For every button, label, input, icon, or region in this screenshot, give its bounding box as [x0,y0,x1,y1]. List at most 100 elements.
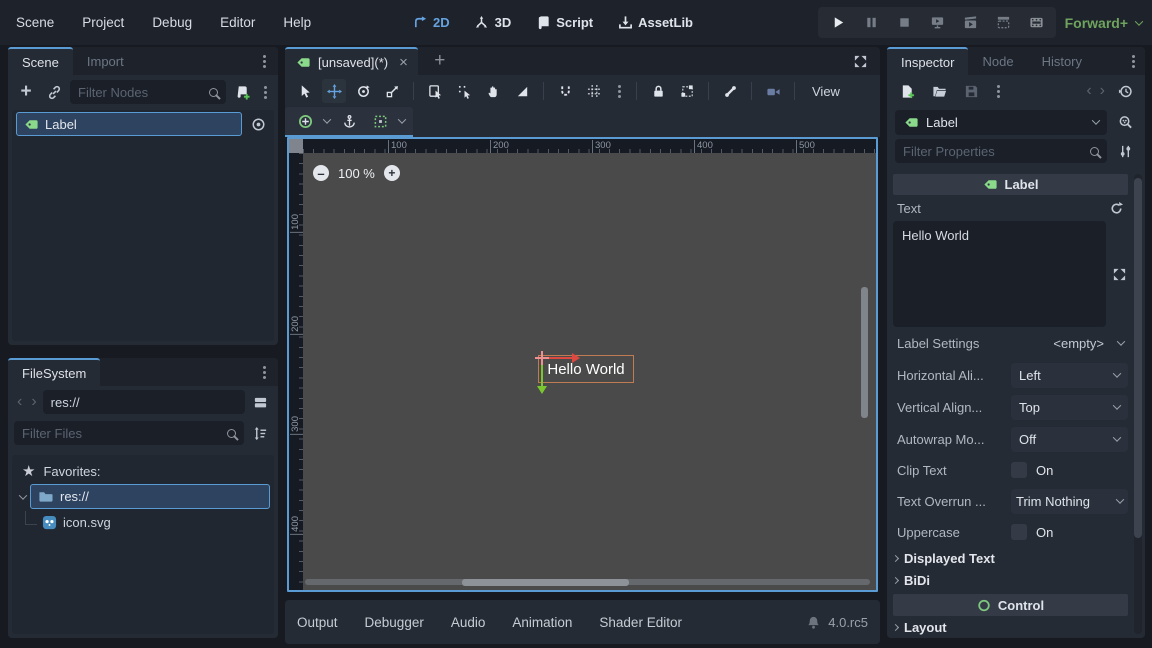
search-docs-icon[interactable] [1113,110,1137,134]
filesystem-menu-icon[interactable] [263,371,266,374]
filter-properties-input[interactable]: Filter Properties [895,139,1107,163]
group-layout[interactable]: Layout [893,616,1128,638]
resource-options-menu-icon[interactable] [991,79,1005,103]
zoom-in-button[interactable]: + [384,165,400,181]
overrun-dropdown[interactable]: Trim Nothing [1011,489,1128,514]
workspace-script-button[interactable]: Script [535,15,593,31]
tab-history[interactable]: History [1028,47,1096,75]
filter-files-input[interactable]: Filter Files [14,421,244,445]
new-scene-tab-button[interactable]: + [428,49,452,73]
bottom-tab-audio[interactable]: Audio [451,615,486,630]
split-view-icon[interactable] [248,390,272,414]
x-axis-gizmo[interactable] [545,357,573,359]
nav-forward-icon[interactable]: › [28,393,39,411]
clip-text-checkbox[interactable] [1011,462,1027,478]
renderer-selector[interactable]: Forward+ [1065,0,1142,45]
visibility-eye-icon[interactable] [246,112,270,136]
valign-dropdown[interactable]: Top [1011,395,1128,420]
label-settings-dropdown[interactable]: <empty> [1053,336,1124,351]
inspector-menu-icon[interactable] [1132,60,1135,63]
ruler-tool-button[interactable] [510,79,534,103]
history-back-icon[interactable]: ‹ [1086,82,1091,100]
save-resource-button[interactable] [959,79,983,103]
scene-tab-unsaved[interactable]: [unsaved](*) × [285,47,418,75]
bottom-tab-debugger[interactable]: Debugger [365,615,424,630]
scene-tree-menu-icon[interactable] [258,80,272,104]
select-tool-button[interactable] [293,79,317,103]
pause-button[interactable] [863,11,879,35]
zoom-level[interactable]: 100 % [338,166,375,181]
snap-options-menu-icon[interactable] [611,79,627,103]
horizontal-scrollbar-thumb[interactable] [462,579,629,586]
zoom-out-button[interactable]: – [313,165,329,181]
smart-snap-button[interactable] [553,79,577,103]
expand-viewport-icon[interactable] [848,49,872,73]
section-header-control[interactable]: Control [893,594,1128,616]
tree-row-res[interactable]: res:// [12,483,274,510]
halign-dropdown[interactable]: Left [1011,363,1128,388]
movie-maker-button[interactable] [1028,11,1044,35]
add-node-button[interactable]: + [14,80,38,104]
section-header-label[interactable]: Label [893,174,1128,195]
camera-override-button[interactable] [761,79,785,103]
scene-panel-menu-icon[interactable] [263,60,266,63]
pivot-tool-button[interactable] [452,79,476,103]
rotate-tool-button[interactable] [351,79,375,103]
menu-help[interactable]: Help [283,15,311,30]
grid-snap-button[interactable] [582,79,606,103]
nav-back-icon[interactable]: ‹ [14,393,25,411]
menu-scene[interactable]: Scene [16,15,54,30]
group-displayed-text[interactable]: Displayed Text [893,547,1128,569]
tab-scene[interactable]: Scene [8,47,73,75]
autowrap-dropdown[interactable]: Off [1011,427,1128,452]
play-scene-button[interactable] [962,11,978,35]
uppercase-checkbox[interactable] [1011,524,1027,540]
bottom-tab-animation[interactable]: Animation [512,615,572,630]
chevron-down-icon[interactable] [323,115,331,123]
close-tab-icon[interactable]: × [399,54,408,71]
workspace-2d-button[interactable]: 2D [412,15,450,31]
instance-scene-button[interactable] [42,80,66,104]
workspace-3d-button[interactable]: 3D [474,15,512,31]
revert-icon[interactable] [1108,200,1124,216]
filter-nodes-input[interactable]: Filter Nodes [70,80,226,104]
menu-project[interactable]: Project [82,15,124,30]
inspector-scrollbar-thumb[interactable] [1134,178,1142,538]
tab-node[interactable]: Node [968,47,1027,75]
expand-editor-icon[interactable] [1110,262,1128,286]
expander-icon[interactable] [19,491,27,499]
stop-button[interactable] [896,11,912,35]
chevron-down-icon[interactable] [398,115,406,123]
move-tool-button[interactable] [322,79,346,103]
tree-row-label[interactable]: Label [12,110,274,138]
path-input[interactable] [43,390,245,414]
inspector-scrollbar-track[interactable] [1134,174,1142,634]
text-property-editor[interactable]: Hello World [893,221,1106,327]
workspace-assetlib-button[interactable]: AssetLib [617,15,693,31]
attach-script-button[interactable] [230,80,254,104]
play-custom-scene-button[interactable] [995,11,1011,35]
group-bidi[interactable]: BiDi [893,569,1128,591]
scale-tool-button[interactable] [380,79,404,103]
remote-debug-button[interactable] [929,11,945,35]
lock-node-button[interactable] [646,79,670,103]
tab-filesystem[interactable]: FileSystem [8,358,100,386]
menu-debug[interactable]: Debug [152,15,192,30]
view-menu-button[interactable]: View [804,84,848,99]
anchor-preset-button[interactable] [293,109,317,133]
tree-row-iconsvg[interactable]: icon.svg [12,510,274,535]
bottom-tab-output[interactable]: Output [297,615,338,630]
pan-tool-button[interactable] [481,79,505,103]
object-selector-dropdown[interactable]: Label [895,110,1107,135]
sort-files-icon[interactable] [248,421,272,445]
object-history-icon[interactable] [1113,79,1137,103]
viewport-2d[interactable]: 100 200 300 400 500 100 200 300 400 – 10… [287,137,878,592]
notification-bell-icon[interactable] [805,610,821,634]
list-select-button[interactable] [423,79,447,103]
bottom-tab-shader-editor[interactable]: Shader Editor [599,615,682,630]
anchor-mode-button[interactable] [337,109,361,133]
group-node-button[interactable] [675,79,699,103]
load-resource-button[interactable] [927,79,951,103]
tab-inspector[interactable]: Inspector [887,47,968,75]
skeleton-options-button[interactable] [718,79,742,103]
